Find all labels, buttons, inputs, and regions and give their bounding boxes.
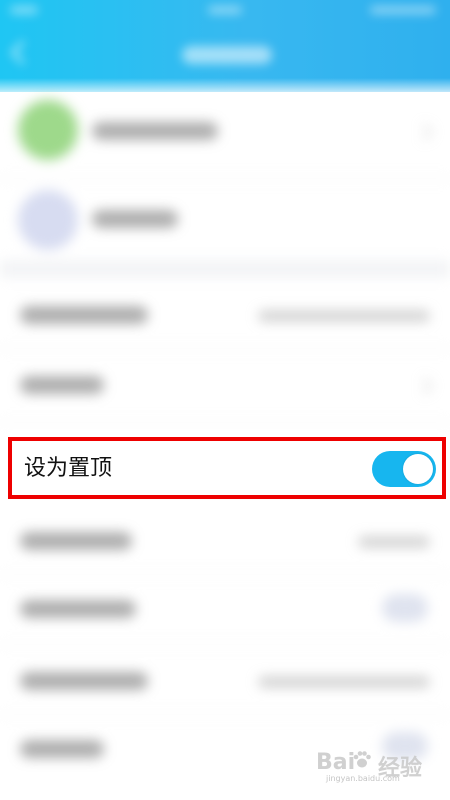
chat-settings-screen: 设为置顶 Bai 经验 jingyan.baidu.com: [0, 0, 450, 800]
row-divider: [0, 574, 450, 575]
setting-label-blurred: [20, 672, 148, 690]
watermark-url: jingyan.baidu.com: [326, 774, 400, 783]
baidu-jingyan-watermark: Bai 经验 jingyan.baidu.com: [316, 750, 436, 786]
status-bar-right-blob: [370, 6, 436, 14]
setting-label-blurred: [20, 532, 132, 550]
row-divider: [0, 422, 450, 423]
chevron-right-icon: [415, 377, 433, 395]
section-separator: [0, 260, 450, 278]
top-app-bar: [0, 0, 450, 98]
contact-avatar-blue[interactable]: [18, 190, 78, 250]
status-bar: [0, 6, 450, 20]
row-divider: [0, 714, 450, 715]
contact-avatar-green[interactable]: [18, 100, 78, 160]
status-bar-left-blob: [10, 6, 38, 14]
setting-label-blurred: [20, 306, 148, 324]
row-divider: [0, 178, 450, 179]
setting-value-blurred: [358, 536, 430, 548]
chevron-right-icon: [415, 123, 433, 141]
setting-value-blurred: [258, 310, 430, 322]
pin-to-top-label: 设为置顶: [24, 456, 113, 481]
status-bar-center-blob: [208, 6, 242, 14]
action-label-blurred: [92, 210, 178, 228]
setting-value-blurred: [258, 676, 430, 688]
back-arrow-icon[interactable]: [10, 40, 35, 65]
toggle-knob: [403, 454, 433, 484]
paw-logo-icon: [353, 751, 371, 768]
row-divider: [0, 348, 450, 349]
setting-label-blurred: [20, 376, 104, 394]
pin-to-top-row[interactable]: 设为置顶: [8, 437, 446, 499]
setting-label-blurred: [20, 740, 104, 758]
setting-label-blurred: [20, 600, 136, 618]
toggle-blurred[interactable]: [382, 594, 428, 622]
contact-name-blurred: [92, 122, 218, 140]
pin-to-top-toggle[interactable]: [372, 451, 436, 487]
row-divider: [0, 644, 450, 645]
page-title-blurred: [182, 46, 272, 64]
